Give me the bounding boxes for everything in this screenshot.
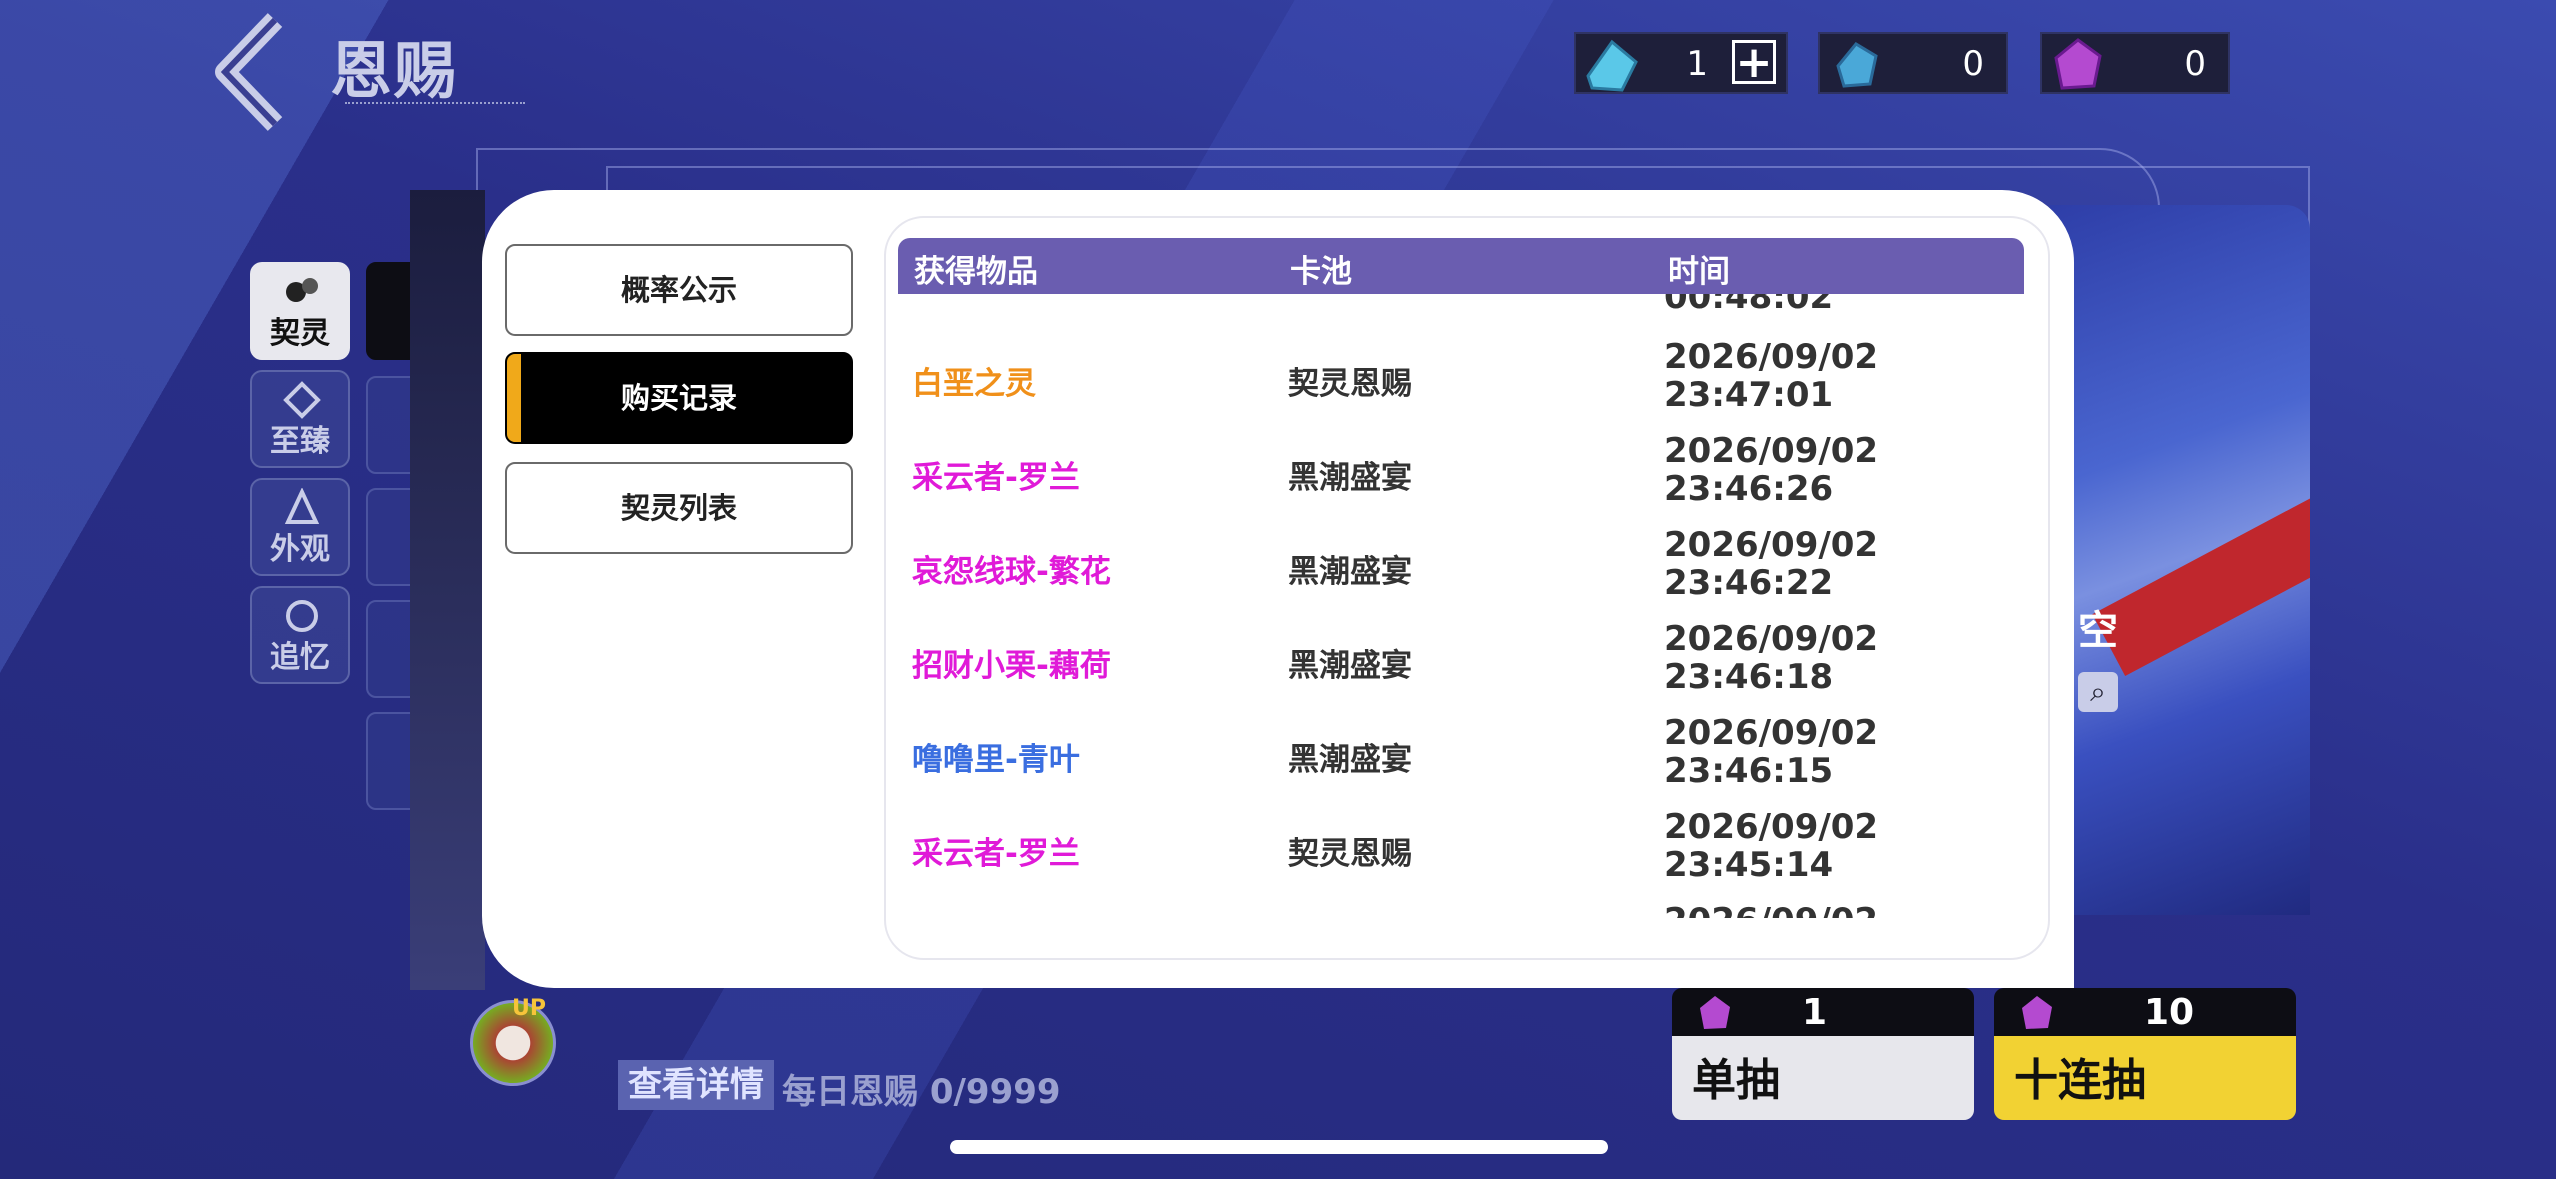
supreme-icon: [283, 381, 321, 419]
pool-cell: 黑潮盛宴: [1288, 742, 1412, 778]
draw-label: 十连抽: [2014, 1055, 2146, 1106]
ten-draw-button[interactable]: 10 十连抽: [1994, 988, 2296, 1120]
memory-icon: [286, 600, 318, 632]
date-text: 2026/09/02: [1664, 713, 1879, 753]
view-details-button[interactable]: 查看详情: [618, 1060, 774, 1110]
resource-gem: 0: [2040, 32, 2230, 94]
date-text: 2026/09/02: [1664, 619, 1879, 659]
purple-gem-icon: [2022, 996, 2052, 1029]
up-badge: UP: [512, 996, 546, 1021]
home-indicator[interactable]: [950, 1140, 1608, 1154]
date-text: 2026/09/02: [1664, 337, 1879, 377]
resource-value: 0: [1962, 44, 1984, 84]
item-cell: 采云者-罗兰: [912, 460, 1080, 496]
time-cell: 2026/09/02 23:46:18: [1664, 620, 1878, 696]
table-row: 00:48:02: [898, 294, 2024, 318]
single-draw-button[interactable]: 1 单抽: [1672, 988, 1974, 1120]
blue-crystal-ticket-icon: [1586, 39, 1638, 92]
time-cell: 2026/09/02: [1664, 902, 1878, 918]
time-cell: 2026/09/02 23:47:01: [1664, 338, 1878, 414]
column-header-pool: 卡池: [1290, 254, 1352, 290]
add-ticket-button[interactable]: +: [1732, 40, 1776, 85]
date-text: 2026/09/02: [1664, 431, 1879, 471]
clock-text: 23:46:26: [1664, 469, 1834, 509]
time-cell: 2026/09/02 23:46:26: [1664, 432, 1878, 508]
tab-contract-spirit[interactable]: 契灵: [250, 262, 350, 360]
tab-label: 契灵: [270, 316, 330, 351]
resource-shard: 0: [1818, 32, 2008, 94]
clock-text: 23:46:15: [1664, 751, 1834, 791]
item-cell: 采云者-罗兰: [912, 836, 1080, 872]
tab-memory[interactable]: 追忆: [250, 586, 350, 684]
tab-label: 外观: [270, 532, 330, 567]
table-header: 获得物品 卡池 时间: [898, 238, 2024, 294]
daily-counter: 每日恩赐 0/9999: [782, 1072, 1061, 1112]
pool-cell: 黑潮盛宴: [1288, 460, 1412, 496]
tab-appearance[interactable]: 外观: [250, 478, 350, 576]
appearance-icon: [284, 488, 320, 524]
table-row: 白垩之灵 契灵恩赐 2026/09/02 23:47:01: [898, 334, 2024, 428]
column-header-item: 获得物品: [914, 254, 1038, 290]
record-list[interactable]: 00:48:02 白垩之灵 契灵恩赐 2026/09/02 23:47:01 采云…: [898, 294, 2024, 918]
banner-art: [2050, 205, 2310, 915]
item-cell: 哀怨线球-繁花: [912, 554, 1111, 590]
spirit-list-button[interactable]: 契灵列表: [505, 462, 853, 554]
table-row: 采云者-罗兰 黑潮盛宴 2026/09/02 23:46:26: [898, 428, 2024, 522]
pool-cell: 契灵恩赐: [1288, 366, 1412, 402]
draw-cost: 1: [1802, 992, 1828, 1033]
time-cell: 00:48:02: [1664, 294, 1834, 317]
clock-text: 23:46:18: [1664, 657, 1834, 697]
column-header-time: 时间: [1668, 254, 1730, 290]
pool-cell: 契灵恩赐: [1288, 836, 1412, 872]
item-cell: 白垩之灵: [912, 366, 1036, 402]
contract-spirit-icon: [286, 278, 318, 302]
probability-button[interactable]: 概率公示: [505, 244, 853, 336]
date-text: 2026/09/02: [1664, 525, 1879, 565]
item-cell: 招财小栗-藕荷: [912, 648, 1111, 684]
table-row: 2026/09/02: [898, 898, 2024, 918]
title-decoration: [345, 102, 525, 118]
page-title: 恩赐: [330, 34, 459, 107]
purple-gem-icon: [1700, 996, 1730, 1029]
clock-text: 23:45:14: [1664, 845, 1834, 885]
time-cell: 2026/09/02 23:45:14: [1664, 808, 1878, 884]
resource-ticket: 1 +: [1574, 32, 1788, 94]
pool-cell: 黑潮盛宴: [1288, 648, 1412, 684]
banner-text: 空: [2078, 608, 2118, 654]
purchase-record-button[interactable]: 购买记录: [505, 352, 853, 444]
table-row: 噜噜里-青叶 黑潮盛宴 2026/09/02 23:46:15: [898, 710, 2024, 804]
clock-text: 23:46:22: [1664, 563, 1834, 603]
tab-label: 至臻: [270, 424, 330, 459]
search-icon[interactable]: ⌕: [2078, 672, 2118, 712]
date-text: 2026/09/02: [1664, 807, 1879, 847]
purple-gem-icon: [2054, 38, 2102, 90]
resource-value: 0: [2184, 44, 2206, 84]
item-cell: 噜噜里-青叶: [912, 742, 1080, 778]
time-cell: 2026/09/02 23:46:22: [1664, 526, 1878, 602]
resource-value: 1: [1686, 44, 1708, 84]
tab-label: 追忆: [270, 640, 330, 675]
table-row: 哀怨线球-繁花 黑潮盛宴 2026/09/02 23:46:22: [898, 522, 2024, 616]
draw-label: 单抽: [1692, 1055, 1780, 1106]
table-row: 招财小栗-藕荷 黑潮盛宴 2026/09/02 23:46:18: [898, 616, 2024, 710]
draw-cost: 10: [2144, 992, 2195, 1033]
blue-crystal-shard-icon: [1836, 42, 1878, 88]
table-row: 采云者-罗兰 契灵恩赐 2026/09/02 23:45:14: [898, 804, 2024, 898]
clock-text: 23:47:01: [1664, 375, 1834, 415]
back-arrow-icon[interactable]: [205, 10, 305, 135]
modal-side-stripe: [410, 190, 485, 990]
time-cell: 2026/09/02 23:46:15: [1664, 714, 1878, 790]
pool-cell: 黑潮盛宴: [1288, 554, 1412, 590]
tab-supreme[interactable]: 至臻: [250, 370, 350, 468]
